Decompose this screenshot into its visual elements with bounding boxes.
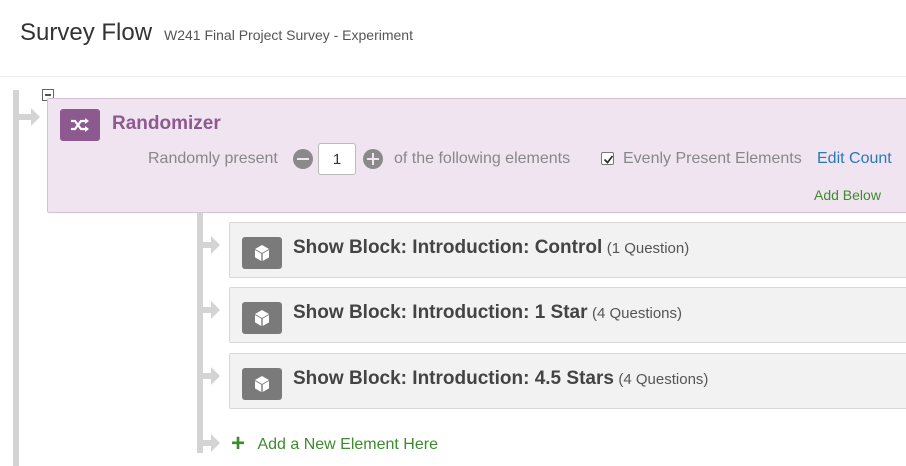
block-connector xyxy=(203,307,211,313)
block-title: Show Block: Introduction: 1 Star xyxy=(293,302,588,323)
block-connector xyxy=(203,373,211,379)
block-label: Show Block: Introduction: Control (1 Que… xyxy=(293,237,689,259)
plus-icon: + xyxy=(231,430,246,457)
randomizer-panel: Randomizer Randomly present of the follo… xyxy=(47,98,906,213)
page-title: Survey Flow xyxy=(20,19,153,46)
survey-name: W241 Final Project Survey - Experiment xyxy=(164,27,413,43)
evenly-present-checkbox[interactable] xyxy=(601,152,614,165)
question-count: (4 Questions) xyxy=(591,305,683,322)
cube-icon xyxy=(242,368,282,400)
evenly-present-label: Evenly Present Elements xyxy=(623,150,802,167)
block-row[interactable]: Show Block: Introduction: Control (1 Que… xyxy=(229,222,906,278)
block-arrow xyxy=(211,236,220,254)
add-new-element-label: Add a New Element Here xyxy=(257,436,438,453)
question-count: (4 Questions) xyxy=(618,371,709,388)
flow-line-inner xyxy=(197,213,203,453)
edit-count-link[interactable]: Edit Count xyxy=(817,150,892,168)
block-connector xyxy=(203,242,211,248)
block-label: Show Block: Introduction: 4.5 Stars (4 Q… xyxy=(293,368,708,390)
following-elements-label: of the following elements xyxy=(394,150,571,167)
flow-line-main xyxy=(13,90,19,466)
randomly-present-label: Randomly present xyxy=(148,150,278,167)
cube-icon xyxy=(242,237,282,269)
flow-connector xyxy=(19,114,31,120)
block-row[interactable]: Show Block: Introduction: 4.5 Stars (4 Q… xyxy=(229,353,906,409)
cube-icon xyxy=(242,302,282,334)
add-connector xyxy=(203,440,211,446)
decrement-button[interactable] xyxy=(293,149,313,169)
flow-arrow xyxy=(31,108,40,126)
block-arrow xyxy=(211,367,220,385)
block-title: Show Block: Introduction: 4.5 Stars xyxy=(293,368,614,389)
shuffle-icon xyxy=(60,109,100,141)
header: Survey Flow W241 Final Project Survey - … xyxy=(0,0,906,77)
present-count-input[interactable] xyxy=(318,143,356,175)
randomizer-title: Randomizer xyxy=(112,113,221,134)
add-arrow xyxy=(211,434,220,452)
block-row[interactable]: Show Block: Introduction: 1 Star (4 Ques… xyxy=(229,287,906,343)
randomizer-settings: Randomly present of the following elemen… xyxy=(48,143,906,175)
block-label: Show Block: Introduction: 1 Star (4 Ques… xyxy=(293,302,682,324)
add-below-link[interactable]: Add Below xyxy=(814,187,881,203)
block-arrow xyxy=(211,301,220,319)
add-new-element-link[interactable]: + Add a New Element Here xyxy=(231,430,438,458)
block-title: Show Block: Introduction: Control xyxy=(293,237,603,258)
increment-button[interactable] xyxy=(363,149,383,169)
question-count: (1 Question) xyxy=(606,240,690,257)
